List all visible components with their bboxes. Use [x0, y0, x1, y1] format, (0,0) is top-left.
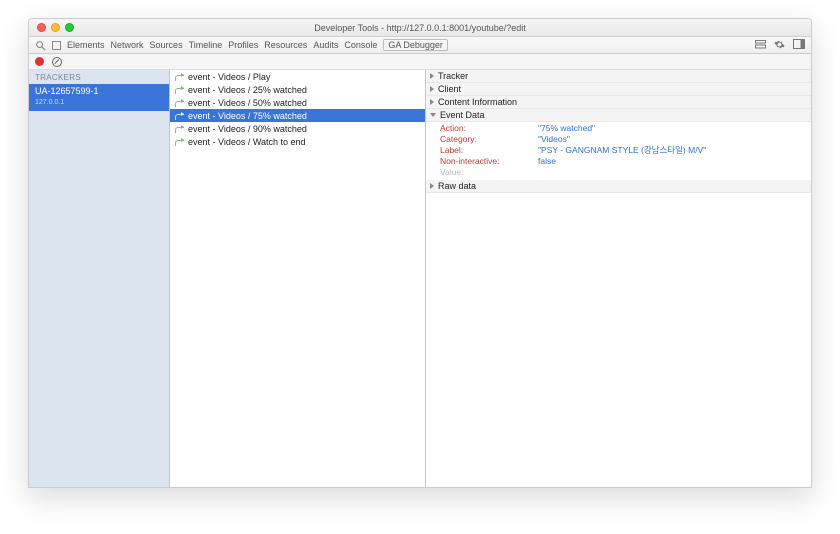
- event-arrow-icon: [174, 73, 184, 81]
- event-arrow-icon: [174, 86, 184, 94]
- event-row[interactable]: event - Videos / Play: [170, 70, 425, 83]
- kv-val: false: [538, 156, 556, 167]
- event-row[interactable]: event - Videos / Watch to end: [170, 135, 425, 148]
- chevron-right-icon: [430, 73, 434, 79]
- inspect-icon[interactable]: [35, 40, 46, 51]
- kv-key: Action:: [440, 123, 538, 134]
- event-arrow-icon: [174, 138, 184, 146]
- kv-val: "75% watched": [538, 123, 595, 134]
- chevron-right-icon: [430, 183, 434, 189]
- kv-row: Label:"PSY - GANGNAM STYLE (강남스타일) M/V": [440, 145, 811, 156]
- kv-row: Action:"75% watched": [440, 123, 811, 134]
- kv-val: "PSY - GANGNAM STYLE (강남스타일) M/V": [538, 145, 706, 156]
- sidebar-heading: TRACKERS: [29, 70, 169, 84]
- tab-console[interactable]: Console: [344, 40, 377, 50]
- ga-toolbar: [29, 54, 811, 70]
- tab-elements[interactable]: Elements: [67, 40, 105, 50]
- main-body: TRACKERS UA-12657599-1 127.0.0.1 event -…: [29, 70, 811, 487]
- tab-audits[interactable]: Audits: [313, 40, 338, 50]
- tab-network[interactable]: Network: [111, 40, 144, 50]
- kv-val: "Videos": [538, 134, 570, 145]
- kv-key: Category:: [440, 134, 538, 145]
- event-label: event - Videos / Play: [188, 72, 270, 82]
- window-controls: [29, 23, 74, 32]
- tab-resources[interactable]: Resources: [264, 40, 307, 50]
- close-icon[interactable]: [37, 23, 46, 32]
- tracker-host: 127.0.0.1: [35, 97, 163, 108]
- devtools-tabbar: Elements Network Sources Timeline Profil…: [29, 37, 811, 54]
- detail-pane: Tracker Client Content Information Event…: [426, 70, 811, 487]
- events-column: event - Videos / Play event - Videos / 2…: [170, 70, 426, 487]
- event-label: event - Videos / 50% watched: [188, 98, 307, 108]
- event-row-selected[interactable]: event - Videos / 75% watched: [170, 109, 425, 122]
- tab-ga-debugger[interactable]: GA Debugger: [383, 39, 448, 51]
- devtools-window: Developer Tools - http://127.0.0.1:8001/…: [28, 18, 812, 488]
- event-arrow-icon: [174, 125, 184, 133]
- section-content-info[interactable]: Content Information: [426, 96, 811, 109]
- tab-sources[interactable]: Sources: [150, 40, 183, 50]
- tab-timeline[interactable]: Timeline: [189, 40, 223, 50]
- clear-icon[interactable]: [52, 57, 62, 67]
- tracker-id: UA-12657599-1: [35, 86, 163, 97]
- chevron-down-icon: [430, 113, 436, 117]
- zoom-icon[interactable]: [65, 23, 74, 32]
- device-icon[interactable]: [52, 41, 61, 50]
- chevron-right-icon: [430, 99, 434, 105]
- section-client[interactable]: Client: [426, 83, 811, 96]
- section-tracker[interactable]: Tracker: [426, 70, 811, 83]
- tracker-item[interactable]: UA-12657599-1 127.0.0.1: [29, 84, 169, 111]
- kv-row: Category:"Videos": [440, 134, 811, 145]
- event-arrow-icon: [174, 99, 184, 107]
- trackers-sidebar: TRACKERS UA-12657599-1 127.0.0.1: [29, 70, 170, 487]
- kv-row: Value:: [440, 167, 811, 178]
- settings-icon[interactable]: [774, 39, 785, 52]
- kv-key: Label:: [440, 145, 538, 156]
- event-data-block: Action:"75% watched" Category:"Videos" L…: [426, 122, 811, 180]
- kv-key: Non-interactive:: [440, 156, 538, 167]
- event-arrow-icon: [174, 112, 184, 120]
- drawer-icon[interactable]: [755, 40, 766, 51]
- tab-profiles[interactable]: Profiles: [228, 40, 258, 50]
- event-label: event - Videos / 75% watched: [188, 111, 307, 121]
- event-label: event - Videos / 25% watched: [188, 85, 307, 95]
- kv-key: Value:: [440, 167, 538, 178]
- event-row[interactable]: event - Videos / 90% watched: [170, 122, 425, 135]
- titlebar: Developer Tools - http://127.0.0.1:8001/…: [29, 19, 811, 37]
- kv-row: Non-interactive:false: [440, 156, 811, 167]
- section-raw-data[interactable]: Raw data: [426, 180, 811, 193]
- event-label: event - Videos / Watch to end: [188, 137, 306, 147]
- event-row[interactable]: event - Videos / 25% watched: [170, 83, 425, 96]
- event-row[interactable]: event - Videos / 50% watched: [170, 96, 425, 109]
- minimize-icon[interactable]: [51, 23, 60, 32]
- chevron-right-icon: [430, 86, 434, 92]
- window-title: Developer Tools - http://127.0.0.1:8001/…: [29, 23, 811, 33]
- record-icon[interactable]: [35, 57, 44, 66]
- dock-icon[interactable]: [793, 39, 805, 51]
- section-event-data[interactable]: Event Data: [426, 109, 811, 122]
- event-label: event - Videos / 90% watched: [188, 124, 307, 134]
